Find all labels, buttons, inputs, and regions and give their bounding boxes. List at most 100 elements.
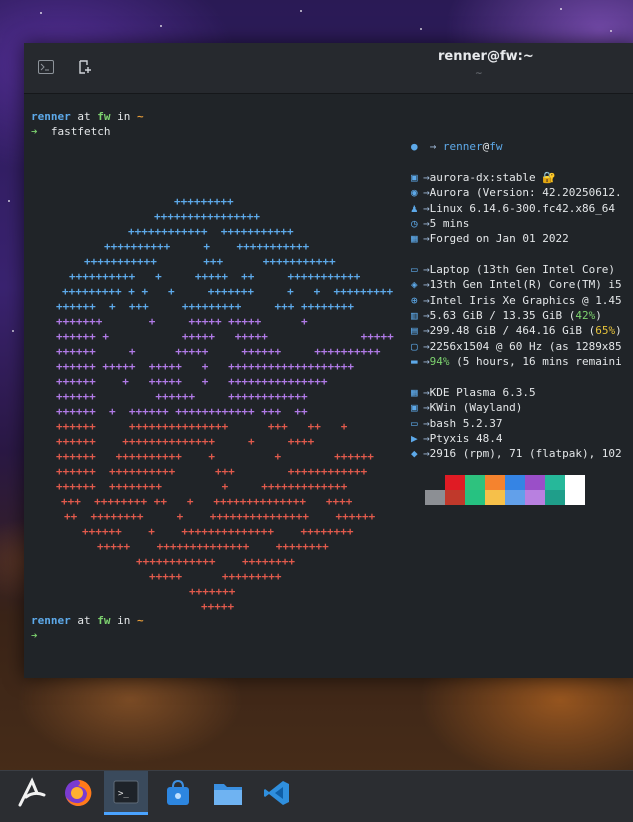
taskbar-file-manager[interactable] xyxy=(206,771,250,815)
prompt-dir: ~ xyxy=(137,110,144,123)
info-row: ▦ →KDE Plasma 6.3.5 xyxy=(411,386,536,399)
logo-line: ++++++++++++++++ xyxy=(154,210,260,223)
terminal-menu-button[interactable] xyxy=(33,54,59,80)
logo-line: ++++++ + +++++ +++++ +++++ xyxy=(56,330,394,343)
prompt-line-2: renner at fw in ~ xyxy=(31,613,144,628)
logo-line: ++++++ +++++ +++++ + +++++++++++++++++++ xyxy=(56,360,355,373)
palette-swatch xyxy=(445,475,465,490)
palette-swatch xyxy=(525,490,545,505)
palette-swatch xyxy=(525,475,545,490)
distro-icon: ◉ xyxy=(411,186,418,200)
logo-line: ++++++++++ + +++++ ++ +++++++++++ xyxy=(69,270,361,283)
shell-icon: ▭ xyxy=(411,416,418,430)
info-row: ▬ →94% (5 hours, 16 mins remaini xyxy=(411,354,622,368)
logo-line: ++++++ + +++++ ++++++ ++++++++++ xyxy=(56,345,381,358)
logo-line: ++++++ ++++++++++ + + ++++++ xyxy=(56,450,374,463)
new-tab-icon xyxy=(79,60,91,74)
kde-icon: ▦ xyxy=(411,386,418,399)
logo-line: +++++++++++ +++ +++++++++++ xyxy=(84,255,336,268)
window-subtitle: ~ xyxy=(475,69,483,79)
logo-line: +++++++ + +++++ +++++ + xyxy=(56,315,308,328)
palette-swatch xyxy=(505,490,525,505)
package-icon: ◆ xyxy=(411,447,418,461)
info-row: ▥ →5.63 GiB / 13.35 GiB (42%) xyxy=(411,308,602,322)
window-manager-icon: ▣ xyxy=(411,401,418,415)
info-row: ▣ →aurora-dx:stable 🔐 xyxy=(411,171,556,184)
taskbar-discover[interactable] xyxy=(156,771,200,815)
prompt-user: renner xyxy=(31,614,71,627)
taskbar-firefox[interactable] xyxy=(56,771,100,815)
palette-swatch xyxy=(425,475,445,490)
info-row: ◉ →Aurora (Version: 42.20250612. xyxy=(411,186,622,200)
info-row: ▣ →KWin (Wayland) xyxy=(411,401,523,415)
logo-line: +++ ++++++++ ++ + ++++++++++++++ ++++ xyxy=(61,495,353,508)
calendar-icon: ▦ xyxy=(411,232,418,246)
logo-line: +++++ ++++++++++++++ ++++++++ xyxy=(97,540,329,553)
prompt-user: renner xyxy=(31,110,71,123)
clock-icon: ◷ xyxy=(411,216,418,230)
laptop-icon: ▭ xyxy=(411,263,418,276)
info-user: renner xyxy=(442,140,483,153)
logo-line: ++++++ ++++++ ++++++++++++ xyxy=(56,390,308,403)
logo-line: ++++++ + +++++ + +++++++++++++++ xyxy=(56,375,328,388)
prompt-host: fw xyxy=(97,614,111,627)
info-row: ▦ →Forged on Jan 01 2022 xyxy=(411,232,569,246)
info-row: ▢ →2256x1504 @ 60 Hz (as 1289x85 xyxy=(411,339,622,353)
palette-swatch xyxy=(565,490,585,505)
battery-icon: ▬ xyxy=(411,354,418,368)
prompt-dir: ~ xyxy=(137,614,144,627)
logo-line: ++++++++++ + +++++++++++ xyxy=(104,240,310,253)
info-row: ◆ →2916 (rpm), 71 (flatpak), 102 xyxy=(411,447,622,461)
palette-swatch xyxy=(425,490,445,505)
logo-line: ++++++ ++++++++ + +++++++++++++ xyxy=(56,480,348,493)
info-row: ▭ →Laptop (13th Gen Intel Core) xyxy=(411,263,616,276)
command-line-1: ➔ fastfetch xyxy=(31,124,110,139)
terminal-icon xyxy=(38,60,54,74)
info-row: ◷ →5 mins xyxy=(411,216,470,230)
prompt-arrow-icon: ➔ xyxy=(31,629,38,642)
prompt-at: at xyxy=(77,614,91,627)
cpu-icon: ◈ xyxy=(411,278,418,292)
new-tab-button[interactable] xyxy=(72,54,98,80)
app-launcher-icon xyxy=(18,777,46,807)
display-icon: ▢ xyxy=(411,339,418,353)
terminal-icon: ▶ xyxy=(411,431,418,445)
prompt-in: in xyxy=(117,614,131,627)
memory-icon: ▥ xyxy=(411,308,418,322)
logo-line: ++++++ ++++++++++ +++ ++++++++++++ xyxy=(56,465,368,478)
palette-swatch xyxy=(545,490,565,505)
prompt-at: at xyxy=(77,110,91,123)
logo-line: ++++++ +++++++++++++++ +++ ++ + xyxy=(56,420,348,433)
taskbar-terminal[interactable]: >_ xyxy=(104,771,148,815)
logo-line: ++++++++++++ ++++++++ xyxy=(136,555,295,568)
info-row: ▭ →bash 5.2.37 xyxy=(411,416,503,430)
palette-swatch xyxy=(565,475,585,490)
prompt-line-1: renner at fw in ~ xyxy=(31,109,144,124)
taskbar-app-launcher[interactable] xyxy=(10,771,54,815)
prompt-arrow-icon: ➔ xyxy=(31,125,38,138)
palette-swatch xyxy=(465,475,485,490)
info-header: ● → renner@fw xyxy=(411,140,503,153)
palette-swatch xyxy=(505,475,525,490)
folder-icon xyxy=(214,784,242,805)
gpu-icon: ⊕ xyxy=(411,293,418,307)
command-line-2[interactable]: ➔ xyxy=(31,628,38,643)
image-icon: ▣ xyxy=(411,171,418,184)
info-row: ⊕ →Intel Iris Xe Graphics @ 1.45 xyxy=(411,293,622,307)
command-text: fastfetch xyxy=(50,125,111,138)
taskbar-vscode[interactable] xyxy=(255,771,299,815)
palette-swatch xyxy=(545,475,565,490)
taskbar: >_ xyxy=(0,770,633,822)
info-row: ▶ →Ptyxis 48.4 xyxy=(411,431,503,445)
terminal-icon: >_ xyxy=(113,780,139,803)
window-title: renner@fw:~ xyxy=(438,49,534,64)
prompt-in: in xyxy=(117,110,131,123)
palette-swatch xyxy=(465,490,485,505)
firefox-icon xyxy=(65,779,92,806)
user-icon: ● xyxy=(411,140,418,153)
info-row: ▤ →299.48 GiB / 464.16 GiB (65%) xyxy=(411,324,622,338)
info-row: ◈ →13th Gen Intel(R) Core(TM) i5 xyxy=(411,278,622,292)
info-row: ♟ →Linux 6.14.6-300.fc42.x86_64 xyxy=(411,201,616,215)
terminal-output[interactable]: renner at fw in ~ ➔ fastfetch +++++++++ +… xyxy=(24,94,633,678)
linux-icon: ♟ xyxy=(411,201,418,215)
